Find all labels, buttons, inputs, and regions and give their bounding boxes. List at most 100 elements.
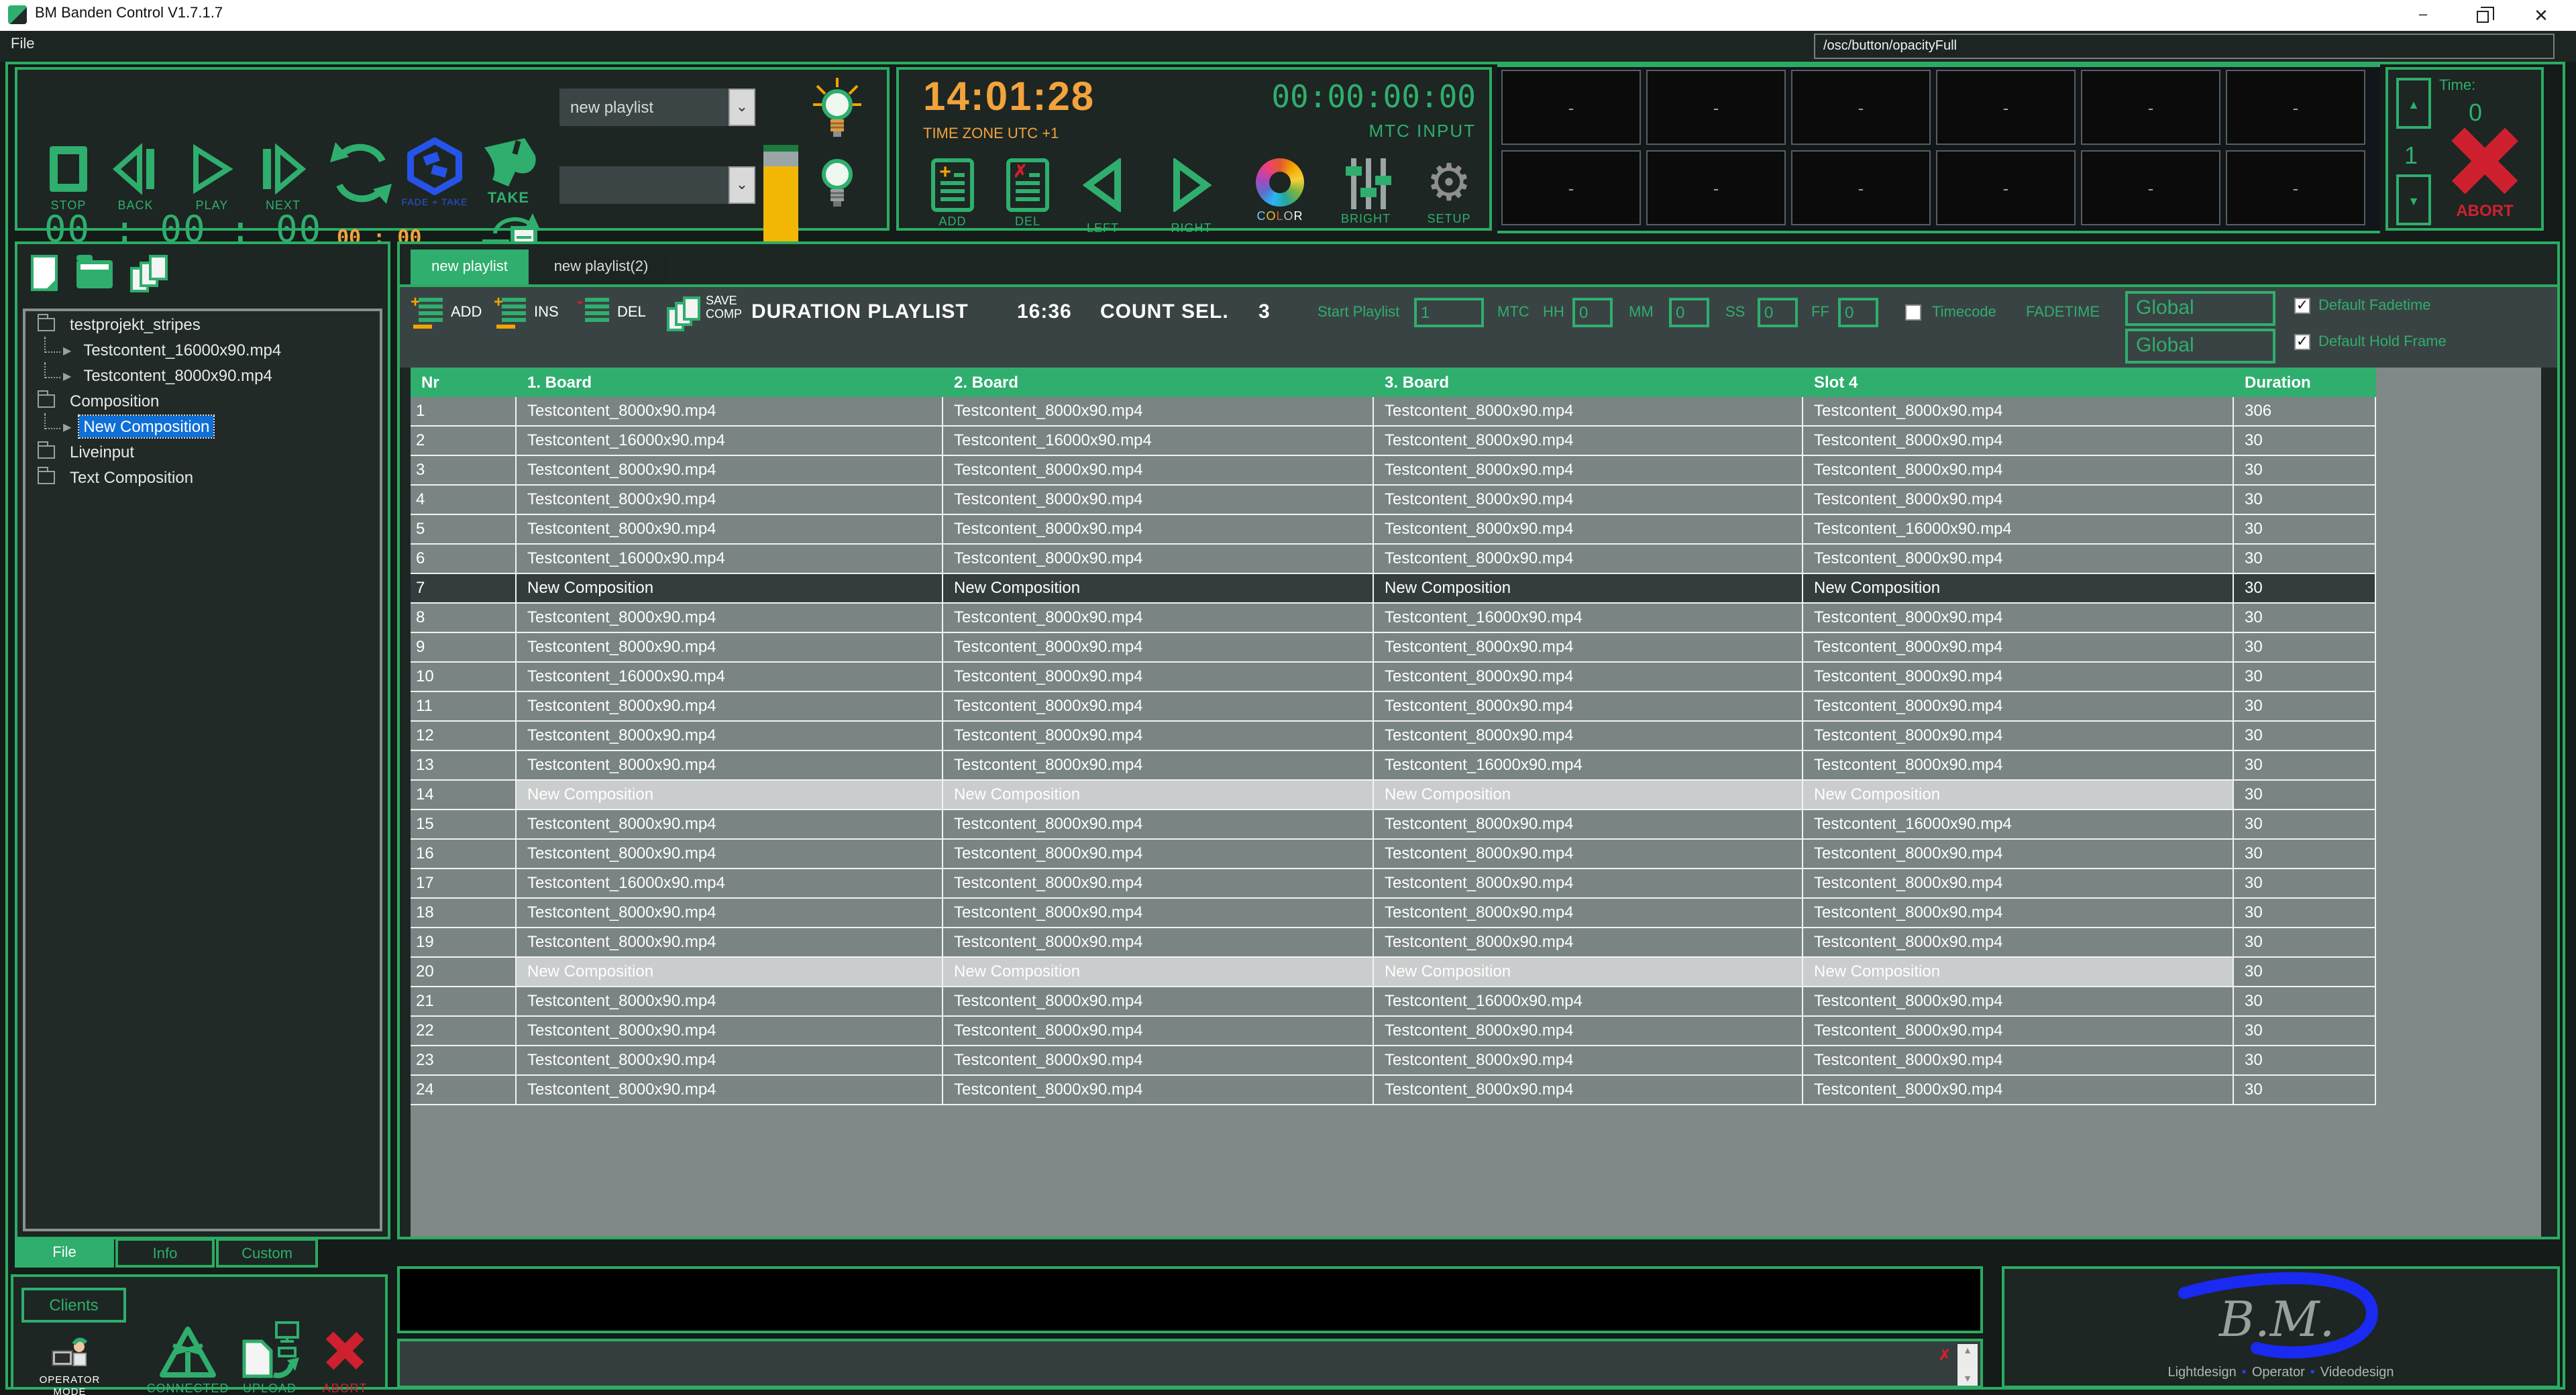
board-cell[interactable]: Testcontent_8000x90.mp4	[517, 928, 943, 958]
chevron-down-icon[interactable]: ⌄	[729, 89, 755, 126]
step-up-button[interactable]: ▲	[2396, 78, 2431, 129]
playlist-tab-active[interactable]: new playlist	[411, 249, 529, 284]
playlist-row[interactable]: 23Testcontent_8000x90.mp4Testcontent_800…	[411, 1046, 2541, 1076]
board-cell[interactable]: New Composition	[517, 958, 943, 987]
abort-x-icon[interactable]	[2450, 126, 2520, 196]
playlist-row[interactable]: 11Testcontent_8000x90.mp4Testcontent_800…	[411, 692, 2541, 722]
tree-item[interactable]: Composition	[25, 389, 380, 413]
board-cell[interactable]: Testcontent_8000x90.mp4	[943, 633, 1374, 663]
board-cell[interactable]: Testcontent_8000x90.mp4	[517, 515, 943, 545]
board-cell[interactable]: Testcontent_8000x90.mp4	[943, 545, 1374, 574]
row-number-cell[interactable]: 3	[411, 456, 517, 486]
row-number-cell[interactable]: 10	[411, 663, 517, 692]
animation-select[interactable]: ⌄	[559, 166, 755, 204]
duration-cell[interactable]: 30	[2234, 899, 2376, 928]
playlist-row[interactable]: 15Testcontent_8000x90.mp4Testcontent_800…	[411, 810, 2541, 840]
tree-item[interactable]: ▶Testcontent_16000x90.mp4	[25, 338, 380, 362]
board-cell[interactable]: Testcontent_8000x90.mp4	[1803, 869, 2234, 899]
board-cell[interactable]: Testcontent_8000x90.mp4	[1803, 427, 2234, 456]
board-cell[interactable]: New Composition	[943, 781, 1374, 810]
tree-item[interactable]: Text Composition	[25, 465, 380, 490]
ss-input[interactable]	[1758, 298, 1798, 327]
duration-cell[interactable]: 30	[2234, 722, 2376, 751]
board-cell[interactable]: Testcontent_8000x90.mp4	[1374, 633, 1803, 663]
tab-file[interactable]: File	[15, 1238, 114, 1268]
default-holdframe-checkbox[interactable]	[2294, 334, 2310, 350]
board-cell[interactable]: Testcontent_8000x90.mp4	[517, 397, 943, 427]
playlist-row[interactable]: 22Testcontent_8000x90.mp4Testcontent_800…	[411, 1017, 2541, 1046]
board-cell[interactable]: Testcontent_16000x90.mp4	[1374, 751, 1803, 781]
play-icon[interactable]	[189, 144, 235, 194]
board-cell[interactable]: New Composition	[517, 781, 943, 810]
row-number-cell[interactable]: 2	[411, 427, 517, 456]
row-number-cell[interactable]: 4	[411, 486, 517, 515]
board-cell[interactable]: Testcontent_8000x90.mp4	[517, 987, 943, 1017]
row-number-cell[interactable]: 17	[411, 869, 517, 899]
new-file-icon[interactable]	[31, 255, 58, 291]
board-cell[interactable]: Testcontent_8000x90.mp4	[517, 722, 943, 751]
duration-cell[interactable]: 30	[2234, 958, 2376, 987]
board-cell[interactable]: Testcontent_8000x90.mp4	[943, 751, 1374, 781]
playlist-row[interactable]: 13Testcontent_8000x90.mp4Testcontent_800…	[411, 751, 2541, 781]
board-cell[interactable]: Testcontent_8000x90.mp4	[517, 692, 943, 722]
column-header[interactable]: Slot 4	[1803, 368, 2234, 397]
row-number-cell[interactable]: 14	[411, 781, 517, 810]
board-cell[interactable]: Testcontent_8000x90.mp4	[517, 899, 943, 928]
expander-icon[interactable]: ▶	[63, 370, 71, 382]
bright-button[interactable]: BRIGHT	[1328, 158, 1403, 225]
row-number-cell[interactable]: 8	[411, 604, 517, 633]
column-header[interactable]: Nr	[411, 368, 517, 397]
board-cell[interactable]: Testcontent_8000x90.mp4	[517, 633, 943, 663]
playlist-row[interactable]: 24Testcontent_8000x90.mp4Testcontent_800…	[411, 1076, 2541, 1105]
menu-file[interactable]: File	[11, 36, 34, 52]
board-cell[interactable]: Testcontent_8000x90.mp4	[1803, 899, 2234, 928]
duration-cell[interactable]: 30	[2234, 781, 2376, 810]
board-cell[interactable]: Testcontent_8000x90.mp4	[1803, 1046, 2234, 1076]
playlist-tab-2[interactable]: new playlist(2)	[534, 249, 668, 284]
del-button[interactable]: ✗ DEL	[990, 158, 1065, 228]
board-cell[interactable]: Testcontent_8000x90.mp4	[517, 456, 943, 486]
board-cell[interactable]: Testcontent_8000x90.mp4	[943, 604, 1374, 633]
board-cell[interactable]: Testcontent_8000x90.mp4	[1374, 899, 1803, 928]
board-cell[interactable]: Testcontent_8000x90.mp4	[1374, 397, 1803, 427]
board-cell[interactable]: Testcontent_8000x90.mp4	[1374, 869, 1803, 899]
board-cell[interactable]: Testcontent_8000x90.mp4	[1374, 1017, 1803, 1046]
duration-cell[interactable]: 30	[2234, 1046, 2376, 1076]
row-number-cell[interactable]: 21	[411, 987, 517, 1017]
row-number-cell[interactable]: 7	[411, 574, 517, 604]
step-down-button[interactable]: ▼	[2396, 174, 2431, 225]
board-cell[interactable]: Testcontent_8000x90.mp4	[1803, 604, 2234, 633]
playlist-row[interactable]: 16Testcontent_8000x90.mp4Testcontent_800…	[411, 840, 2541, 869]
board-cell[interactable]: Testcontent_8000x90.mp4	[1803, 692, 2234, 722]
duration-cell[interactable]: 30	[2234, 840, 2376, 869]
start-playlist-input[interactable]	[1414, 298, 1484, 327]
playlist-row[interactable]: 19Testcontent_8000x90.mp4Testcontent_800…	[411, 928, 2541, 958]
board-cell[interactable]: Testcontent_8000x90.mp4	[1803, 928, 2234, 958]
board-cell[interactable]: Testcontent_8000x90.mp4	[1374, 456, 1803, 486]
stop-icon[interactable]	[50, 146, 87, 192]
row-number-cell[interactable]: 22	[411, 1017, 517, 1046]
board-cell[interactable]: New Composition	[943, 958, 1374, 987]
board-cell[interactable]: Testcontent_16000x90.mp4	[1374, 987, 1803, 1017]
board-cell[interactable]: Testcontent_8000x90.mp4	[1803, 663, 2234, 692]
board-cell[interactable]: Testcontent_16000x90.mp4	[1803, 515, 2234, 545]
column-header[interactable]: Duration	[2234, 368, 2376, 397]
log-close-icon[interactable]: ✗	[1939, 1347, 1951, 1364]
board-cell[interactable]: Testcontent_8000x90.mp4	[1374, 663, 1803, 692]
board-cell[interactable]: Testcontent_8000x90.mp4	[517, 486, 943, 515]
playlist-row[interactable]: 5Testcontent_8000x90.mp4Testcontent_8000…	[411, 515, 2541, 545]
duration-cell[interactable]: 30	[2234, 1076, 2376, 1105]
hh-input[interactable]	[1572, 298, 1613, 327]
board-cell[interactable]: Testcontent_8000x90.mp4	[1374, 486, 1803, 515]
duration-cell[interactable]: 30	[2234, 515, 2376, 545]
row-number-cell[interactable]: 23	[411, 1046, 517, 1076]
board-cell[interactable]: Testcontent_8000x90.mp4	[1803, 722, 2234, 751]
board-cell[interactable]: Testcontent_8000x90.mp4	[1803, 751, 2234, 781]
board-cell[interactable]: Testcontent_8000x90.mp4	[943, 486, 1374, 515]
playlist-row[interactable]: 18Testcontent_8000x90.mp4Testcontent_800…	[411, 899, 2541, 928]
duration-cell[interactable]: 30	[2234, 633, 2376, 663]
ff-input[interactable]	[1838, 298, 1878, 327]
playlist-row[interactable]: 6Testcontent_16000x90.mp4Testcontent_800…	[411, 545, 2541, 574]
board-cell[interactable]: New Composition	[517, 574, 943, 604]
duration-cell[interactable]: 306	[2234, 397, 2376, 427]
